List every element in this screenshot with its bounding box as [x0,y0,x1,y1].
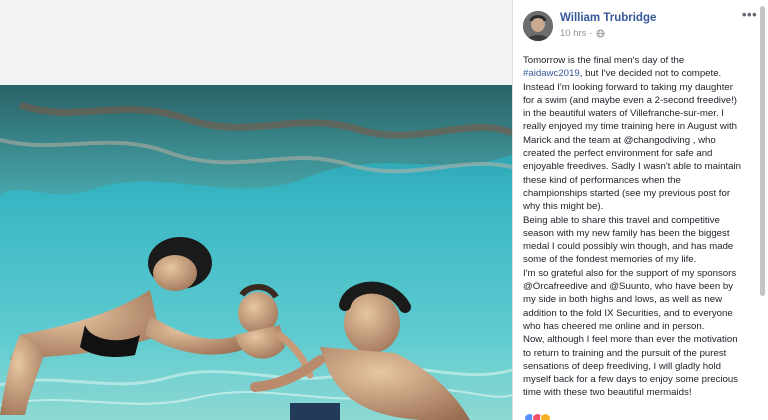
post-line: championships started (see my previous p… [523,187,731,199]
wow-reaction-icon [540,413,551,420]
post-line: I'm so grateful also for the support of … [523,267,737,279]
post-timestamp[interactable]: 10 hrs [560,28,586,39]
post-line: Instead I'm looking forward to taking my… [523,81,733,93]
post-line: why this might be). [523,201,604,213]
post-line: created the perfect environment for safe… [523,148,713,160]
post-line-with-hashtag: #aidawc2019, but I've decided not to com… [523,67,759,80]
post-line: these kind of performances when the [523,174,681,186]
post-line: enjoyable freedives. Sadly I wasn't able… [523,161,741,173]
avatar-photo-icon [523,11,553,41]
post-line: Marick and the team at @changodiving , w… [523,134,716,146]
post-line: to return to training and the pursuit of… [523,347,727,359]
post-line: in the beautiful waters of Villefranche-… [523,108,724,120]
post-meta: 10 hrs · [560,28,605,39]
post-line: addition to the fold IX Securities, and … [523,307,733,319]
panel-scrollbar[interactable] [760,6,765,296]
post-line: really enjoyed my time training here in … [523,121,737,133]
post-line: for a swim (and maybe even a 2-second fr… [523,94,737,106]
post-photo[interactable] [0,85,512,420]
post-line: , but I've decided not to compete. [579,68,722,80]
post-line: Tomorrow is the final men's day of the [523,55,685,66]
post-body: Tomorrow is the final men's day of the #… [523,54,759,400]
post-line: my side in both highs and lows, as well … [523,294,723,306]
more-options-icon[interactable]: ••• [742,8,757,21]
post-line: Being able to share this travel and comp… [523,214,720,226]
post-line: season with my new family has been the b… [523,227,730,239]
post-line: sensations of deep freediving, I will gl… [523,360,721,372]
globe-icon [596,29,605,38]
post-line: medal I could possibly win though, and h… [523,241,734,253]
post-line: Now, although I feel more than ever the … [523,334,738,346]
post-line: who has cheered me online and in person. [523,320,705,332]
meta-separator: · [589,28,593,39]
underwater-family-image [0,85,512,420]
author-avatar[interactable] [523,11,553,41]
post-line: some of the fondest memories of my life. [523,254,697,266]
author-name[interactable]: William Trubridge [560,12,656,24]
post-line: @Orcafreedive and @Suunto, who have been… [523,281,734,293]
post-line: time with these two beautiful mermaids! [523,387,692,399]
reaction-icons[interactable] [524,413,551,420]
post-line: myself back for a few days to enjoy some… [523,374,739,386]
hashtag-link[interactable]: #aidawc2019 [523,68,580,79]
